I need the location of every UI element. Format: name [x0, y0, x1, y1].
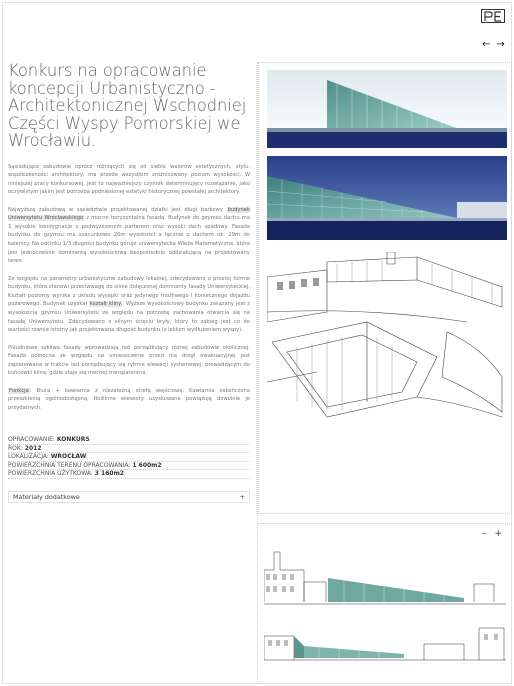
- render-wedge-building-dusk[interactable]: [267, 156, 507, 240]
- meta-label: LOKALIZACJA:: [8, 453, 49, 460]
- paragraph: Ze względu na parametry urbanistyczne za…: [8, 275, 250, 335]
- paragraph-text: Najwyższą zabudową w sąsiedztwie projekt…: [8, 206, 223, 213]
- paragraph: Funkcja: Biura + kawiarnia z niezależną …: [8, 387, 250, 413]
- meta-value: 1 600m2: [132, 461, 162, 469]
- axonometric-site-drawing[interactable]: [267, 252, 507, 420]
- paragraph: Sąsiadujące zabudowie oprócz różniących …: [8, 163, 250, 196]
- meta-value: KONKURS: [56, 436, 90, 443]
- paragraph: Najwyższą zabudową w sąsiedztwie projekt…: [8, 206, 250, 266]
- paragraph-text: z mocno horyzontalną fasadą. Budynek do …: [8, 215, 250, 265]
- meta-label: POWIERZCHNIA TERENU OPRACOWANIA:: [8, 461, 131, 469]
- elevation-gallery: – +: [258, 523, 512, 684]
- prev-arrow-icon[interactable]: ←: [482, 40, 490, 50]
- paragraph-text: : Biura + kawiarnia z niezależną strefą …: [8, 387, 250, 411]
- meta-label: OPRACOWANIE:: [8, 436, 55, 443]
- zoom-controls: – +: [482, 530, 502, 539]
- meta-powierzchnia-uzytkowa: POWIERZCHNIA UŻYTKOWA: 3 160m2: [8, 470, 250, 479]
- additional-materials-toggle[interactable]: Materiały dodatkowe +: [8, 491, 250, 503]
- elevation-drawing[interactable]: [264, 548, 506, 678]
- project-metadata: OPRACOWANIE: KONKURS ROK: 2012 LOKALIZAC…: [8, 436, 250, 479]
- meta-value: 2012: [24, 444, 42, 452]
- meta-value: WROCŁAW: [50, 453, 87, 460]
- additional-materials-label: Materiały dodatkowe: [13, 493, 80, 501]
- highlighted-phrase: Funkcja: [8, 387, 30, 394]
- meta-powierzchnia-terenu: POWIERZCHNIA TERENU OPRACOWANIA: 1 600m2: [8, 461, 250, 470]
- zoom-out-icon[interactable]: –: [482, 530, 487, 539]
- pe-logo-icon[interactable]: [481, 9, 505, 23]
- meta-lokalizacja: LOKALIZACJA: WROCŁAW: [8, 453, 250, 462]
- meta-label: POWIERZCHNIA UŻYTKOWA:: [8, 470, 93, 477]
- render-wedge-building-day[interactable]: [267, 70, 507, 148]
- paragraph: Południowe szkliwa fasady wprowadzają ła…: [8, 344, 250, 377]
- meta-value: 3 160m2: [94, 470, 125, 477]
- next-arrow-icon[interactable]: →: [496, 40, 504, 50]
- project-navigation: ← →: [482, 40, 505, 50]
- page-title: Konkurs na opracowanie koncepcji Urbanis…: [8, 61, 247, 150]
- article-body: Sąsiadujące zabudowie oprócz różniących …: [8, 163, 250, 413]
- meta-opracowanie: OPRACOWANIE: KONKURS: [8, 436, 250, 445]
- image-gallery: [258, 62, 512, 514]
- project-description: Konkurs na opracowanie koncepcji Urbanis…: [8, 62, 250, 421]
- meta-rok: ROK: 2012: [8, 444, 250, 453]
- plus-icon: +: [239, 493, 245, 501]
- meta-label: ROK:: [8, 444, 23, 452]
- zoom-in-icon[interactable]: +: [494, 530, 502, 539]
- highlighted-phrase: kształt kliny: [88, 301, 123, 308]
